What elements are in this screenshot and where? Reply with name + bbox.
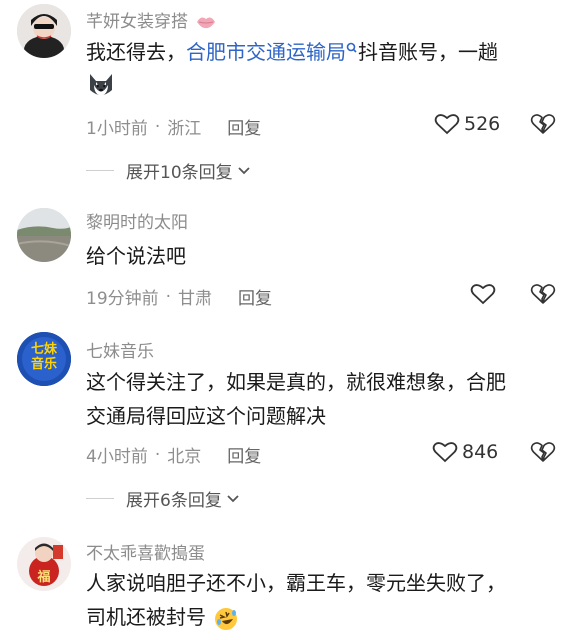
reply-button[interactable]: 回复 [238,284,272,309]
separator: · [154,116,161,137]
username[interactable]: 芊妍女装穿搭 [86,7,217,32]
lips-icon [197,17,216,29]
comment-item: 福 不太乖喜歡搗蛋 人家说咱胆子还不小，霸王车，零元坐失败了， 司机还被封号 [0,535,568,640]
rolling-laughing-emoji [215,607,238,630]
heart-icon [432,442,458,463]
dislike-button[interactable] [530,440,556,468]
username[interactable]: 七妹音乐 [86,337,154,362]
divider [86,498,114,499]
username[interactable]: 黎明时的太阳 [86,208,188,233]
like-button[interactable]: 526 [434,112,500,136]
dislike-button[interactable] [530,112,556,140]
comment-text: 这个得关注了，如果是真的，就很难想象，合肥 [86,370,506,394]
mention-link[interactable]: 合肥市交通运输局 [186,40,346,64]
comment-text: 给个说法吧 [86,244,186,268]
comment-meta: 1小时前 · 浙江 回复 [86,114,261,140]
expand-replies-button[interactable]: 展开6条回复 [86,486,240,511]
comment-item: 芊妍女装穿搭 我还得去，合肥市交通运输局 抖音账号，一趟 1小时前 · 浙江 回复… [0,0,568,200]
separator: · [165,286,172,307]
comment-text: 司机还被封号 [86,601,556,634]
avatar[interactable]: 福 [17,537,71,591]
like-button[interactable] [470,282,496,306]
dislike-button[interactable] [530,282,556,310]
heart-icon [470,284,496,305]
like-count: 846 [462,441,499,463]
like-count: 526 [464,113,501,135]
chevron-down-icon [227,494,239,502]
location: 甘肃 [178,289,213,309]
reply-button[interactable]: 回复 [227,442,261,467]
avatar-label: 福 [37,570,51,585]
comment-item: 黎明时的太阳 给个说法吧 19分钟前 · 甘肃 回复 [0,200,568,320]
timestamp: 4小时前 [86,447,148,467]
heart-icon [434,114,460,135]
username[interactable]: 不太乖喜歡搗蛋 [86,539,205,564]
reply-button[interactable]: 回复 [227,114,261,139]
location: 浙江 [167,119,202,139]
avatar[interactable]: 七妹 音乐 [17,332,71,386]
avatar[interactable] [17,4,71,58]
timestamp: 1小时前 [86,119,148,139]
like-button[interactable]: 846 [432,440,498,464]
search-icon [346,42,357,53]
avatar[interactable] [17,208,71,262]
broken-heart-icon [530,442,556,462]
comment-text: 交通局得回应这个问题解决 [86,404,326,428]
avatar-image [17,208,71,262]
comment-item: 七妹 音乐 七妹音乐 这个得关注了，如果是真的，就很难想象，合肥 交通局得回应这… [0,330,568,520]
comment-text: 人家说咱胆子还不小，霸王车，零元坐失败了， [86,571,506,595]
comment-meta: 19分钟前 · 甘肃 回复 [86,284,272,310]
broken-heart-icon [530,114,556,134]
timestamp: 19分钟前 [86,289,159,309]
comment-text: 我还得去，合肥市交通运输局 抖音账号，一趟 [86,40,498,64]
separator: · [154,444,161,465]
chevron-down-icon [238,166,250,174]
expand-replies-button[interactable]: 展开10条回复 [86,158,251,183]
broken-heart-icon [530,284,556,304]
husky-dog-emoji [86,70,116,104]
avatar-image [17,4,71,58]
divider [86,170,114,171]
comment-meta: 4小时前 · 北京 回复 [86,442,261,468]
location: 北京 [167,447,202,467]
avatar-label: 七妹 音乐 [30,342,57,372]
